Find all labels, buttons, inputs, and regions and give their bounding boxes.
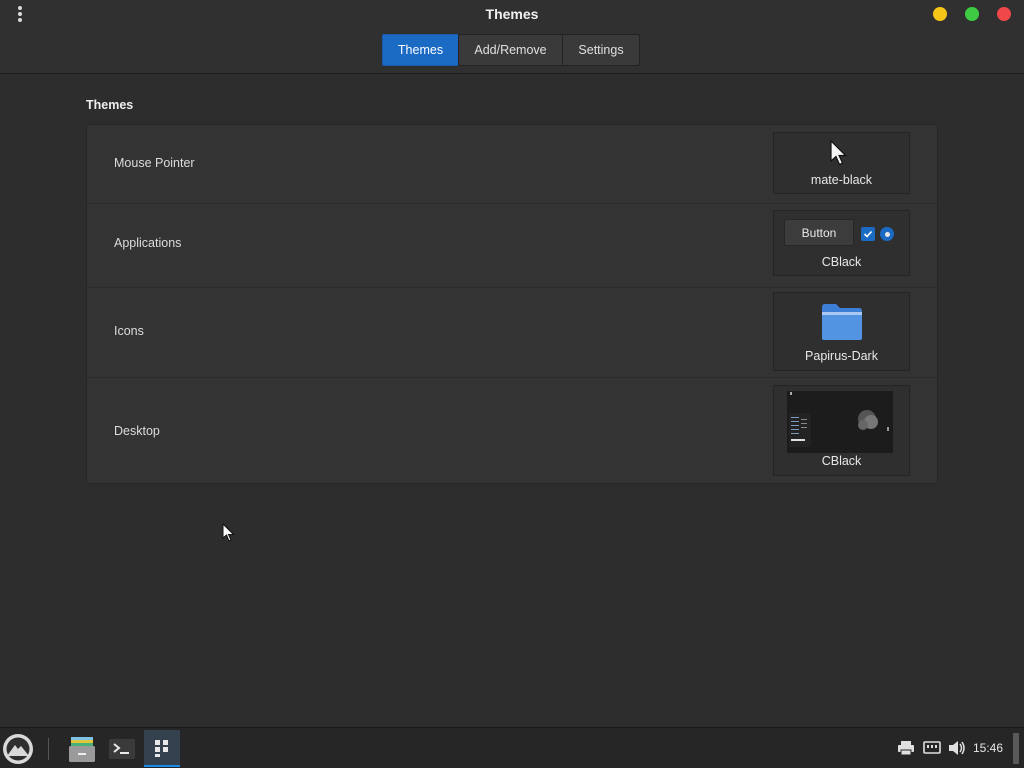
chooser-value: CBlack xyxy=(821,255,862,269)
desktop-chooser[interactable]: CBlack xyxy=(773,385,910,476)
checkbox-preview-icon xyxy=(861,227,875,241)
chooser-value: CBlack xyxy=(821,454,862,468)
tab-bar: Themes Add/Remove Settings xyxy=(382,34,640,66)
terminal-launcher[interactable] xyxy=(104,730,140,767)
themes-window: Themes Themes Add/Remove Settings Themes… xyxy=(0,0,1024,727)
network-icon[interactable] xyxy=(923,740,941,756)
settings-app-launcher[interactable] xyxy=(144,730,180,767)
section-title: Themes xyxy=(86,98,134,112)
mouse-cursor-icon xyxy=(222,523,235,542)
chooser-value: Papirus-Dark xyxy=(805,349,878,363)
applications-chooser[interactable]: Button CBlack xyxy=(773,210,910,276)
mountain-logo-icon xyxy=(4,735,32,763)
file-manager-launcher[interactable] xyxy=(64,730,100,767)
window-title: Themes xyxy=(485,6,539,22)
maximize-button[interactable] xyxy=(965,7,979,21)
row-mouse-pointer: Mouse Pointer mate-black xyxy=(87,125,937,204)
preview-button: Button xyxy=(784,219,854,246)
icons-chooser[interactable]: Papirus-Dark xyxy=(773,292,910,371)
settings-app-icon xyxy=(155,739,168,757)
row-label: Mouse Pointer xyxy=(114,156,195,170)
start-menu-button[interactable] xyxy=(3,734,33,764)
taskbar: 15:46 xyxy=(0,727,1024,768)
row-applications: Applications Button CBlack xyxy=(87,204,937,288)
taskbar-separator xyxy=(48,738,49,760)
arrow-cursor-icon xyxy=(830,140,847,166)
row-label: Applications xyxy=(114,236,182,250)
volume-icon[interactable] xyxy=(948,740,966,756)
clock[interactable]: 15:46 xyxy=(973,741,1003,755)
desktop-thumbnail xyxy=(787,391,893,453)
minimize-button[interactable] xyxy=(933,7,947,21)
themes-panel: Mouse Pointer mate-black Applications Bu… xyxy=(86,124,938,484)
radio-preview-icon xyxy=(880,227,894,241)
folder-icon xyxy=(822,304,862,340)
mouse-pointer-chooser[interactable]: mate-black xyxy=(773,132,910,194)
title-bar: Themes Themes Add/Remove Settings xyxy=(0,0,1024,74)
row-label: Desktop xyxy=(114,424,160,438)
close-button[interactable] xyxy=(997,7,1011,21)
tab-add-remove[interactable]: Add/Remove xyxy=(458,34,563,66)
terminal-icon xyxy=(109,738,135,759)
row-desktop: Desktop CBlack xyxy=(87,378,937,483)
file-manager-icon xyxy=(69,736,95,762)
show-desktop-button[interactable] xyxy=(1013,733,1019,764)
chooser-value: mate-black xyxy=(810,173,873,187)
row-icons: Icons Papirus-Dark xyxy=(87,288,937,378)
tab-themes[interactable]: Themes xyxy=(382,34,459,66)
tab-settings[interactable]: Settings xyxy=(562,34,640,66)
row-label: Icons xyxy=(114,324,144,338)
printer-icon[interactable] xyxy=(897,740,915,756)
